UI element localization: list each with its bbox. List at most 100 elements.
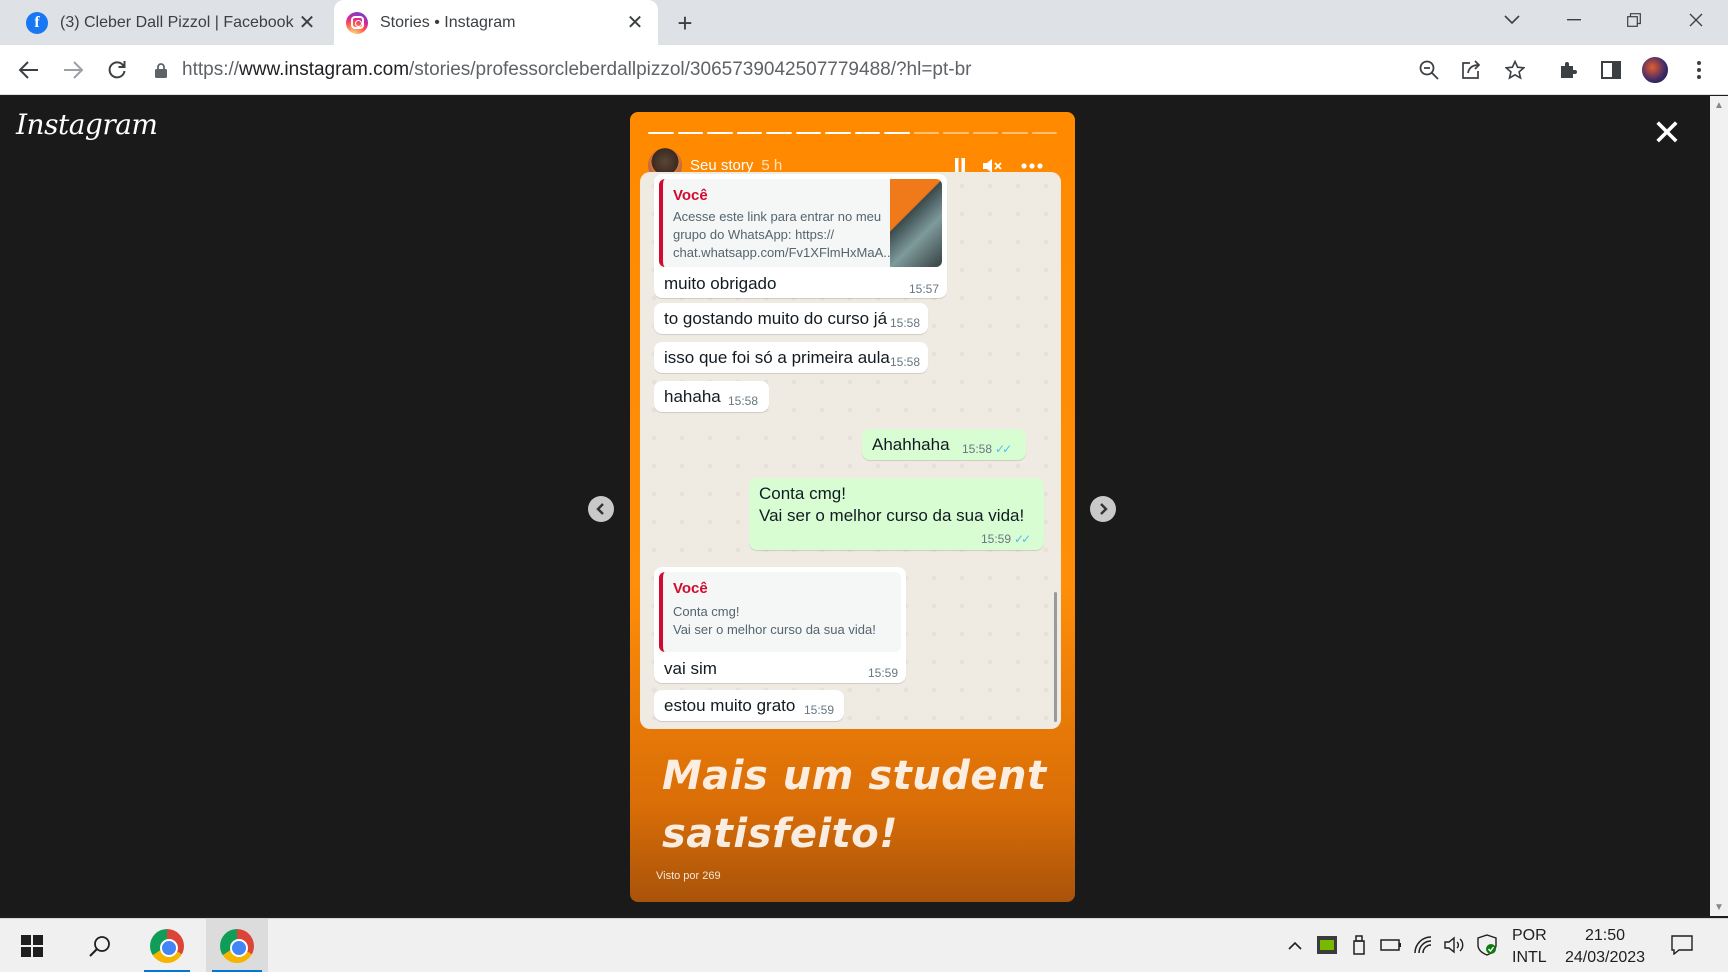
progress-segment (1031, 132, 1057, 134)
close-story-icon[interactable]: ✕ (1650, 115, 1684, 151)
progress-segment (854, 132, 880, 134)
search-icon[interactable] (78, 919, 122, 972)
chat-scrollbar (1054, 592, 1057, 722)
quoted-message: Você Conta cmg! Vai ser o melhor curso d… (659, 572, 901, 652)
battery-icon[interactable] (1379, 933, 1403, 957)
message-text: Ahahhaha (872, 435, 950, 454)
progress-segment (913, 132, 939, 134)
close-tab-icon[interactable]: ✕ (622, 10, 648, 36)
story-timestamp: 5 h (761, 156, 783, 174)
start-button[interactable] (10, 919, 54, 972)
progress-segment (884, 132, 910, 134)
wifi-icon[interactable] (1411, 933, 1435, 957)
quote-line: grupo do WhatsApp: https:// (673, 227, 835, 242)
message-time: 15:59 ✓✓ (981, 532, 1031, 546)
facebook-icon: f (26, 11, 48, 34)
quote-line: chat.whatsapp.com/Fv1XFlmHxMaA... (673, 245, 895, 260)
scroll-down-icon[interactable]: ▼ (1714, 902, 1724, 913)
forward-icon[interactable] (56, 53, 90, 87)
tab-facebook[interactable]: f (3) Cleber Dall Pizzol | Facebook ✕ (14, 0, 330, 45)
notifications-icon[interactable] (1670, 933, 1694, 957)
extensions-icon[interactable] (1553, 55, 1583, 85)
close-tab-icon[interactable]: ✕ (294, 10, 320, 36)
scroll-up-icon[interactable]: ▲ (1714, 100, 1724, 111)
next-story-icon[interactable] (1090, 496, 1116, 522)
progress-segment (825, 132, 851, 134)
message-text: hahaha (664, 387, 721, 406)
progress-segment (677, 132, 703, 134)
progress-segment (707, 132, 733, 134)
chrome-icon (220, 929, 254, 963)
side-panel-icon[interactable] (1596, 55, 1626, 85)
quote-author: Você (673, 580, 708, 597)
nvidia-icon[interactable] (1315, 933, 1339, 957)
input-language[interactable]: POR INTL (1512, 925, 1547, 969)
chrome-icon (150, 929, 184, 963)
instagram-icon (346, 11, 368, 34)
read-ticks-icon: ✓✓ (995, 442, 1012, 456)
chat-bubble-incoming: hahaha 15:58 (654, 381, 769, 412)
instagram-logo[interactable]: Instagram (16, 108, 158, 141)
quote-line: Vai ser o melhor curso da sua vida! (673, 622, 876, 637)
volume-icon[interactable] (1443, 933, 1467, 957)
story-progress-bar (648, 132, 1057, 135)
restore-icon[interactable] (1604, 0, 1664, 40)
message-text: vai sim (664, 659, 717, 678)
url-text[interactable]: https://www.instagram.com/stories/profes… (182, 59, 972, 81)
minimize-icon[interactable] (1544, 0, 1604, 40)
message-text: isso que foi só a primeira aula (664, 348, 890, 367)
message-text: muito obrigado (664, 274, 777, 293)
quote-line: Acesse este link para entrar no meu (673, 209, 882, 224)
windows-logo-icon (21, 935, 43, 957)
browser-toolbar: https://www.instagram.com/stories/profes… (0, 45, 1728, 95)
progress-segment (795, 132, 821, 134)
bookmark-star-icon[interactable] (1500, 55, 1530, 85)
message-time: 15:58 (890, 355, 921, 369)
message-time: 15:58 (890, 316, 921, 330)
story-caption: Mais um student satisfeito! (662, 747, 1062, 863)
zoom-icon[interactable] (1414, 55, 1444, 85)
message-time: 15:58 ✓✓ (962, 442, 1012, 456)
chat-bubble-incoming: Você Acesse este link para entrar no meu… (654, 174, 947, 298)
chat-bubble-incoming: Você Conta cmg! Vai ser o melhor curso d… (654, 567, 906, 683)
new-tab-button[interactable]: + (668, 6, 702, 40)
quoted-message: Você Acesse este link para entrar no meu… (659, 179, 942, 267)
chat-bubble-outgoing: Ahahhaha 15:58 ✓✓ (862, 429, 1026, 460)
story-username[interactable]: Seu story (690, 157, 753, 174)
quote-author: Você (673, 187, 708, 204)
keyboard-layout: INTL (1512, 949, 1547, 966)
window-close-icon[interactable] (1666, 0, 1726, 40)
caption-line: satisfeito! (662, 811, 899, 857)
reload-icon[interactable] (100, 53, 134, 87)
system-clock[interactable]: 21:50 24/03/2023 (1560, 925, 1650, 969)
story-view-count[interactable]: Visto por 269 (656, 870, 721, 882)
profile-avatar[interactable] (1640, 55, 1670, 85)
tab-instagram[interactable]: Stories • Instagram ✕ (334, 0, 658, 45)
show-hidden-icons-chevron-icon[interactable] (1283, 933, 1307, 957)
previous-story-icon[interactable] (588, 496, 614, 522)
link-thumbnail (890, 179, 942, 267)
security-shield-icon[interactable] (1475, 933, 1499, 957)
menu-kebab-icon[interactable] (1684, 55, 1714, 85)
tab-strip: f (3) Cleber Dall Pizzol | Facebook ✕ St… (0, 0, 1728, 45)
clock-time: 21:50 (1584, 927, 1626, 944)
tab-title: Stories • Instagram (380, 13, 516, 31)
back-icon[interactable] (12, 53, 46, 87)
progress-segment (736, 132, 762, 134)
lock-icon[interactable] (146, 62, 176, 78)
share-icon[interactable] (1456, 55, 1486, 85)
caption-line: Mais um student (662, 753, 1047, 799)
progress-segment (648, 132, 674, 134)
chat-bubble-incoming: isso que foi só a primeira aula 15:58 (654, 342, 928, 373)
chrome-taskbar-button-active[interactable] (206, 919, 268, 972)
progress-segment (1002, 132, 1028, 134)
message-time: 15:59 (804, 703, 835, 717)
usb-drive-icon[interactable] (1347, 933, 1371, 957)
tab-search-icon[interactable] (1482, 0, 1542, 40)
story-card[interactable]: Seu story 5 h Você Acesse este link para… (630, 112, 1075, 902)
chrome-taskbar-button[interactable] (138, 919, 196, 972)
message-time: 15:59 (868, 666, 899, 680)
message-text: estou muito grato (664, 696, 796, 715)
page-scrollbar[interactable]: ▲ ▼ (1710, 96, 1728, 916)
tab-title: (3) Cleber Dall Pizzol | Facebook (60, 13, 294, 31)
